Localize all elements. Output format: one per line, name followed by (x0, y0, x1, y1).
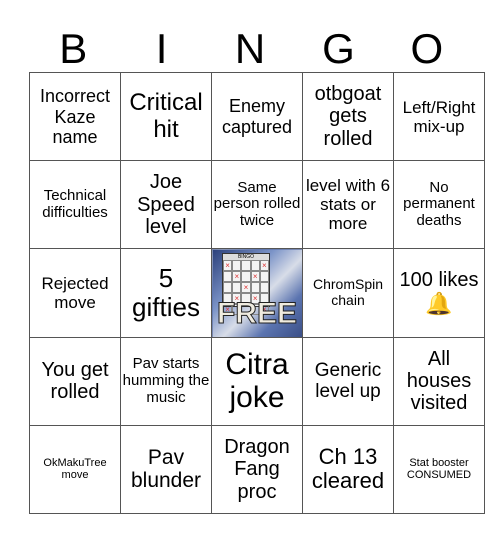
bingo-row: Incorrect Kaze name Critical hit Enemy cap… (29, 71, 485, 162)
bell-icon: 🔔 (425, 290, 453, 316)
header-letter-i: I (155, 25, 168, 72)
thumbnail-cell (250, 260, 260, 272)
bingo-cell[interactable]: Enemy captured (211, 71, 303, 162)
free-space-cell[interactable]: BINGO × × × × × × × × × FREE (211, 248, 303, 338)
bingo-cell[interactable]: No permanent deaths (393, 160, 485, 250)
bingo-cell[interactable]: ChromSpin chain (302, 248, 394, 338)
thumbnail-cell (223, 271, 233, 283)
header-letter-b: B (59, 25, 88, 72)
bingo-cell[interactable]: level with 6 stats or more (302, 160, 394, 250)
bingo-cell[interactable]: Technical difficulties (29, 160, 121, 250)
cell-text: No permanent deaths (403, 178, 475, 230)
bingo-cell[interactable]: Pav blunder (120, 424, 212, 515)
cross-mark-icon: × (223, 260, 233, 272)
cell-text: Left/Right mix-up (402, 97, 476, 136)
cell-text: level with 6 stats or more (305, 176, 391, 234)
bingo-cell[interactable]: Dragon Fang proc (211, 424, 303, 515)
bingo-cell[interactable]: Rejected move (29, 248, 121, 338)
cell-text: Same person rolled twice (213, 178, 301, 230)
cell-text: Rejected move (41, 273, 109, 312)
bingo-row: OkMakuTree move Pav blunder Dragon Fang pr… (29, 424, 485, 515)
cell-text: Critical hit (129, 88, 203, 143)
thumbnail-cell (232, 282, 242, 294)
bingo-row: You get rolled Pav starts humming the mus… (29, 336, 485, 426)
bingo-cell[interactable]: OkMakuTree move (29, 424, 121, 515)
thumbnail-cell (241, 260, 251, 272)
bingo-grid: Incorrect Kaze name Critical hit Enemy cap… (29, 71, 485, 515)
bingo-cell[interactable]: otbgoat gets rolled (302, 71, 394, 162)
thumbnail-cell (259, 282, 269, 294)
bingo-cell[interactable]: Generic level up (302, 336, 394, 426)
thumbnail-cell (232, 260, 242, 272)
cell-text: Dragon Fang proc (224, 435, 290, 503)
cross-mark-icon: × (259, 260, 269, 272)
cell-text: Pav starts humming the music (122, 354, 210, 406)
cell-text: Enemy captured (221, 96, 293, 137)
cell-text: 100 likes (399, 269, 479, 292)
cross-mark-icon: × (232, 271, 242, 283)
bingo-cell[interactable]: All houses visited (393, 336, 485, 426)
free-label: FREE (216, 296, 297, 330)
bingo-row: Rejected move 5 gifties BINGO × × × × × × × × × FREE… (29, 248, 485, 338)
cell-text: OkMakuTree move (43, 457, 107, 482)
cell-text: Pav blunder (130, 445, 202, 493)
cell-text: Incorrect Kaze name (39, 86, 111, 147)
bingo-cell[interactable]: Stat booster CONSUMED (393, 424, 485, 515)
cell-text: You get rolled (41, 358, 109, 404)
bingo-cell[interactable]: 100 likes 🔔 (393, 248, 485, 338)
bingo-cell[interactable]: 5 gifties (120, 248, 212, 338)
cross-mark-icon: × (250, 271, 260, 283)
thumbnail-cell (259, 271, 269, 283)
bingo-cell[interactable]: Ch 13 cleared (302, 424, 394, 515)
cell-text: Stat booster CONSUMED (406, 457, 472, 482)
thumbnail-cell (223, 282, 233, 294)
bingo-cell[interactable]: Incorrect Kaze name (29, 71, 121, 162)
bingo-cell[interactable]: Pav starts humming the music (120, 336, 212, 426)
cross-mark-icon: × (241, 282, 251, 294)
cell-text: All houses visited (406, 347, 472, 415)
bingo-cell[interactable]: Same person rolled twice (211, 160, 303, 250)
bingo-cell[interactable]: Left/Right mix-up (393, 71, 485, 162)
cell-text: Ch 13 cleared (311, 443, 385, 494)
bingo-cell[interactable]: Critical hit (120, 71, 212, 162)
bingo-cell[interactable]: Citra joke (211, 336, 303, 426)
thumbnail-cell (241, 271, 251, 283)
thumbnail-cell (250, 282, 260, 294)
bingo-cell[interactable]: You get rolled (29, 336, 121, 426)
cell-text: ChromSpin chain (312, 276, 384, 308)
bingo-row: Technical difficulties Joe Speed level Sam… (29, 160, 485, 250)
cell-text: Technical difficulties (42, 186, 108, 221)
cell-text: otbgoat gets rolled (314, 83, 382, 150)
cell-text: 5 gifties (132, 262, 200, 322)
header-letter-o: O (410, 25, 444, 72)
cell-text: Joe Speed level (137, 171, 195, 238)
header-letter-g: G (322, 25, 355, 72)
bingo-header: B I N G O (29, 26, 471, 72)
header-letter-n: N (234, 25, 266, 72)
bingo-cell[interactable]: Joe Speed level (120, 160, 212, 250)
cell-text: Citra joke (225, 347, 289, 415)
cell-text: Generic level up (314, 359, 382, 403)
